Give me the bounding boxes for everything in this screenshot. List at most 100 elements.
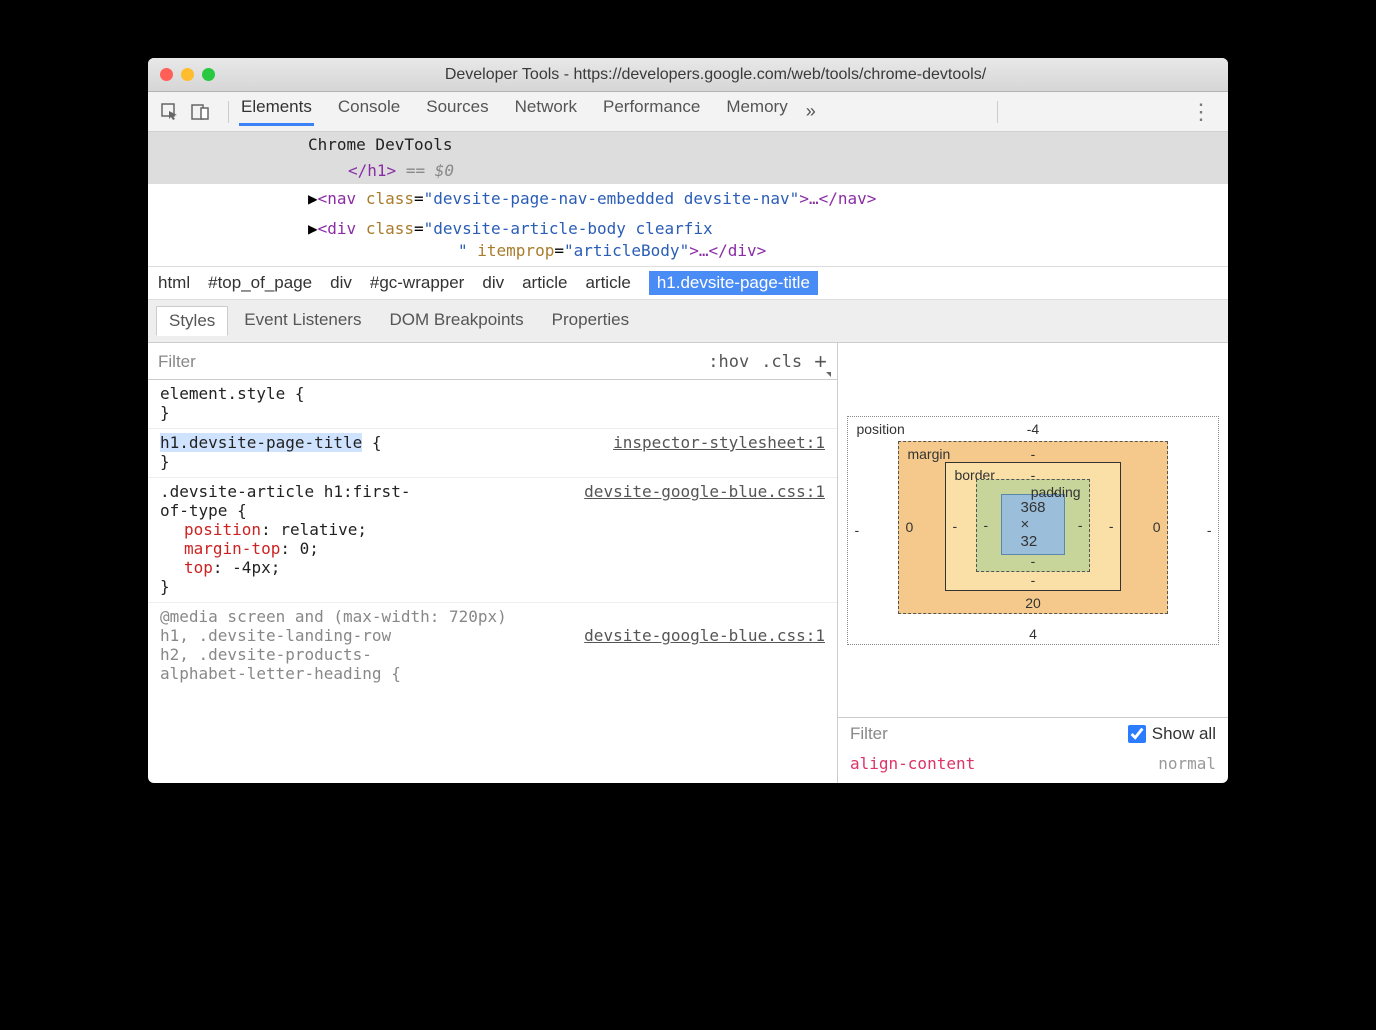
box-border-left[interactable]: - [952, 518, 957, 534]
box-margin-label: margin [907, 446, 950, 462]
titlebar: Developer Tools - https://developers.goo… [148, 58, 1228, 92]
breadcrumb-item[interactable]: html [158, 273, 190, 293]
breadcrumb-item[interactable]: div [482, 273, 504, 293]
dom-node-nav[interactable]: ▶<nav class="devsite-page-nav-embedded d… [148, 184, 1228, 214]
css-value[interactable]: : 0; [280, 539, 319, 558]
cls-toggle[interactable]: .cls [761, 352, 802, 372]
box-padding-bottom[interactable]: - [1031, 553, 1036, 569]
inspect-element-icon[interactable] [158, 100, 182, 124]
panel-tabs: Elements Console Sources Network Perform… [239, 97, 790, 126]
box-margin-left[interactable]: 0 [905, 519, 913, 535]
dom-tree[interactable]: Chrome DevTools </h1> == $0 ▶<nav class=… [148, 132, 1228, 266]
style-rule[interactable]: .devsite-article h1:first- devsite-googl… [148, 478, 837, 603]
rule-selector: h1, .devsite-landing-row [160, 626, 391, 645]
box-position-left[interactable]: - [854, 522, 859, 538]
traffic-lights [160, 68, 215, 81]
box-padding-top[interactable]: - [1053, 484, 1058, 500]
subtab-properties[interactable]: Properties [540, 306, 641, 336]
rule-close: } [160, 403, 825, 422]
sidebar-tabs: Styles Event Listeners DOM Breakpoints P… [148, 300, 1228, 343]
dom-text-node: Chrome DevTools [308, 135, 453, 154]
tab-sources[interactable]: Sources [424, 97, 490, 126]
box-border-right[interactable]: - [1109, 518, 1114, 534]
box-margin-right[interactable]: 0 [1153, 519, 1161, 535]
computed-property-value: normal [1158, 754, 1216, 773]
box-padding-right[interactable]: - [1078, 517, 1083, 533]
rule-selector: .devsite-article h1:first- [160, 482, 410, 501]
subtab-dom-breakpoints[interactable]: DOM Breakpoints [377, 306, 535, 336]
subtab-event-listeners[interactable]: Event Listeners [232, 306, 373, 336]
computed-filter-input[interactable]: Filter [850, 724, 1128, 744]
computed-property-name: align-content [850, 754, 975, 773]
breadcrumb-item[interactable]: div [330, 273, 352, 293]
subtab-styles[interactable]: Styles [156, 306, 228, 336]
maximize-window-button[interactable] [202, 68, 215, 81]
box-position-top[interactable]: -4 [1027, 421, 1039, 437]
style-rule-media[interactable]: @media screen and (max-width: 720px) h1,… [148, 603, 837, 689]
tab-network[interactable]: Network [513, 97, 579, 126]
breadcrumb-item[interactable]: article [585, 273, 630, 293]
rule-selector-highlight: h1.devsite-page-title [160, 433, 362, 452]
style-rule[interactable]: element.style { } [148, 380, 837, 429]
dom-close-tag: </h1> [348, 161, 396, 180]
show-all-label: Show all [1152, 724, 1216, 744]
css-property[interactable]: position [184, 520, 261, 539]
styles-filter-input[interactable]: Filter [158, 352, 696, 372]
dom-dollar-zero: $0 [435, 161, 454, 180]
rule-selector: alphabet-letter-heading { [160, 664, 825, 683]
rule-close: } [160, 452, 825, 471]
hov-toggle[interactable]: :hov [708, 352, 749, 372]
breadcrumb-item[interactable]: article [522, 273, 567, 293]
styles-pane: Filter :hov .cls + element.style { } h1.… [148, 343, 1228, 783]
box-position-right[interactable]: - [1207, 522, 1212, 538]
main-toolbar: Elements Console Sources Network Perform… [148, 92, 1228, 132]
css-property[interactable]: top [184, 558, 213, 577]
rule-source-link[interactable]: devsite-google-blue.css:1 [584, 626, 825, 645]
computed-column: position -4 - - 4 margin - 0 0 20 border… [838, 343, 1228, 783]
close-window-button[interactable] [160, 68, 173, 81]
rule-selector: element.style { [160, 384, 825, 403]
toolbar-separator [997, 101, 998, 123]
breadcrumb-item[interactable]: #top_of_page [208, 273, 312, 293]
box-position-label: position [856, 421, 904, 437]
media-query: @media screen and (max-width: 720px) [160, 607, 825, 626]
box-margin-bottom[interactable]: 20 [1025, 595, 1041, 611]
tab-memory[interactable]: Memory [724, 97, 789, 126]
box-model[interactable]: position -4 - - 4 margin - 0 0 20 border… [838, 343, 1228, 717]
tab-console[interactable]: Console [336, 97, 402, 126]
toolbar-separator [228, 101, 229, 123]
breadcrumb-item-selected[interactable]: h1.devsite-page-title [649, 271, 818, 295]
window-title: Developer Tools - https://developers.goo… [215, 66, 1216, 84]
devtools-window: Developer Tools - https://developers.goo… [148, 58, 1228, 783]
computed-filter-bar: Filter Show all [838, 717, 1228, 750]
show-all-checkbox[interactable] [1128, 725, 1146, 743]
device-toolbar-icon[interactable] [188, 100, 212, 124]
minimize-window-button[interactable] [181, 68, 194, 81]
css-value[interactable]: : relative; [261, 520, 367, 539]
rule-close: } [160, 577, 825, 596]
style-rule[interactable]: h1.devsite-page-title { inspector-styles… [148, 429, 837, 478]
dom-node-div[interactable]: ▶<div class="devsite-article-body clearf… [148, 214, 1228, 240]
styles-filter-bar: Filter :hov .cls + [148, 343, 837, 380]
breadcrumb: html #top_of_page div #gc-wrapper div ar… [148, 266, 1228, 300]
rule-source-link[interactable]: devsite-google-blue.css:1 [584, 482, 825, 501]
new-style-rule-button[interactable]: + [814, 349, 827, 375]
css-value[interactable]: : -4px; [213, 558, 280, 577]
tab-elements[interactable]: Elements [239, 97, 314, 126]
box-position-bottom[interactable]: 4 [1029, 626, 1037, 642]
box-margin-top[interactable]: - [1031, 446, 1036, 462]
rule-selector: of-type { [160, 501, 825, 520]
rule-selector: h2, .devsite-products- [160, 645, 825, 664]
computed-property-row[interactable]: align-content normal [838, 750, 1228, 783]
rule-source-link[interactable]: inspector-stylesheet:1 [613, 433, 825, 452]
style-rules: element.style { } h1.devsite-page-title … [148, 380, 837, 689]
styles-column: Filter :hov .cls + element.style { } h1.… [148, 343, 838, 783]
breadcrumb-item[interactable]: #gc-wrapper [370, 273, 465, 293]
box-padding-left[interactable]: - [983, 517, 988, 533]
box-content-size[interactable]: 368 × 32 [1001, 494, 1064, 555]
tab-performance[interactable]: Performance [601, 97, 702, 126]
tabs-overflow-icon[interactable]: » [806, 101, 816, 122]
box-border-bottom[interactable]: - [1031, 572, 1036, 588]
css-property[interactable]: margin-top [184, 539, 280, 558]
settings-menu-icon[interactable]: ⋮ [1190, 99, 1218, 125]
